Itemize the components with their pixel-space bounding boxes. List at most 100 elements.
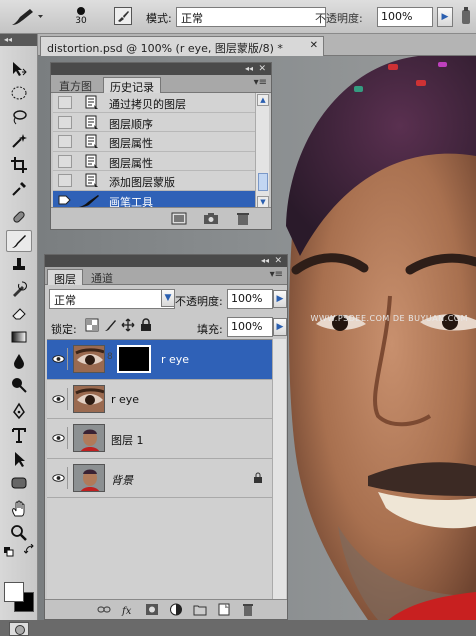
dodge-tool[interactable] — [6, 374, 32, 396]
eraser-tool[interactable] — [6, 302, 32, 324]
snapshot-source-checkbox[interactable] — [58, 174, 72, 188]
magnifier-icon — [11, 525, 27, 541]
opacity-input[interactable]: 100% — [377, 7, 433, 27]
pen-tool[interactable] — [6, 400, 32, 422]
airbrush-button[interactable] — [458, 6, 474, 28]
visibility-eye-icon[interactable] — [50, 466, 68, 489]
visibility-eye-icon[interactable] — [50, 387, 68, 410]
blend-mode-select[interactable]: 正常 ▼ — [49, 289, 175, 309]
lasso-tool[interactable] — [6, 106, 32, 128]
add-mask-icon[interactable] — [145, 603, 159, 616]
history-brush-source-icon[interactable] — [58, 194, 72, 207]
magic-wand-tool[interactable] — [6, 130, 32, 152]
tool-preset-picker[interactable] — [8, 5, 48, 29]
link-layers-icon[interactable] — [97, 603, 111, 616]
history-brush-tool[interactable] — [6, 278, 32, 300]
layer-row[interactable]: 图层 1 — [47, 419, 273, 459]
brush-size: 30 — [75, 16, 87, 26]
clone-stamp-tool[interactable] — [6, 254, 32, 276]
lock-image-icon[interactable] — [103, 318, 117, 332]
snapshot-source-checkbox[interactable] — [58, 135, 72, 149]
snapshot-source-checkbox[interactable] — [58, 154, 72, 168]
visibility-eye-icon[interactable] — [50, 348, 68, 370]
quick-mask-button[interactable] — [9, 622, 29, 636]
layer-mask-thumbnail[interactable] — [117, 345, 151, 373]
brush-tool[interactable] — [6, 230, 32, 252]
lock-all-icon[interactable] — [139, 318, 153, 332]
history-item[interactable]: 图层顺序 — [53, 113, 255, 133]
layer-style-fx-icon[interactable]: fx — [121, 603, 135, 616]
tab-histogram[interactable]: 直方图 — [53, 77, 98, 93]
zoom-tool[interactable] — [6, 522, 32, 544]
history-item[interactable]: 通过拷贝的图层 — [53, 93, 255, 113]
layer-row-selected[interactable]: 8 r eye — [47, 340, 273, 380]
eyedropper-tool[interactable] — [6, 178, 32, 200]
history-state-icon — [85, 134, 98, 149]
tab-channels[interactable]: 通道 — [85, 269, 119, 285]
adjustment-layer-icon[interactable] — [169, 603, 183, 616]
blur-tool[interactable] — [6, 350, 32, 372]
layers-list: 8 r eye r eye 图层 1 背景 — [47, 339, 273, 599]
history-tab-row: 直方图 历史记录 ▾≡ — [51, 75, 271, 94]
document-tab[interactable]: distortion.psd @ 100% (r eye, 图层蒙版/8) * … — [40, 36, 324, 56]
new-document-from-state-icon[interactable] — [171, 212, 187, 225]
collapse-panel-icon[interactable]: ◂◂ — [245, 63, 253, 75]
healing-brush-tool[interactable] — [6, 206, 32, 228]
tools-collapse-button[interactable]: ◂◂ — [0, 34, 37, 46]
lock-transparency-icon[interactable] — [85, 318, 99, 332]
fill-input[interactable]: 100% — [227, 317, 273, 337]
layer-thumbnail-portrait[interactable] — [73, 463, 105, 492]
default-colors-icon[interactable] — [3, 546, 15, 558]
tab-layers[interactable]: 图层 — [47, 269, 83, 286]
new-group-folder-icon[interactable] — [193, 603, 207, 616]
collapse-panel-icon[interactable]: ◂◂ — [261, 255, 269, 267]
layer-thumbnail-eye[interactable] — [73, 345, 105, 373]
hand-tool[interactable] — [6, 498, 32, 520]
scroll-up-button[interactable]: ▲ — [257, 94, 269, 106]
marquee-tool[interactable] — [6, 82, 32, 104]
move-tool[interactable] — [6, 58, 32, 80]
layer-opacity-input[interactable]: 100% — [227, 289, 273, 309]
opacity-slider-button[interactable]: ▶ — [437, 7, 453, 27]
swap-colors-icon[interactable] — [24, 544, 36, 556]
layers-scrollbar[interactable] — [272, 339, 286, 599]
shape-tool[interactable] — [6, 472, 32, 494]
layer-row[interactable]: 背景 — [47, 459, 273, 498]
layer-opacity-slider-button[interactable]: ▶ — [273, 290, 287, 308]
history-item[interactable]: 图层属性 — [53, 152, 255, 172]
camera-snapshot-icon[interactable] — [203, 212, 219, 225]
delete-layer-trash-icon[interactable] — [241, 603, 255, 616]
visibility-eye-icon[interactable] — [50, 427, 68, 449]
new-layer-icon[interactable] — [217, 603, 231, 616]
scroll-thumb[interactable] — [258, 173, 268, 191]
brush-panel-toggle[interactable] — [114, 7, 132, 25]
panel-menu-icon[interactable]: ▾≡ — [270, 269, 283, 280]
history-item[interactable]: 图层属性 — [53, 132, 255, 152]
history-item[interactable]: 添加图层蒙版 — [53, 171, 255, 191]
foreground-color-swatch[interactable] — [4, 582, 24, 602]
snapshot-source-checkbox[interactable] — [58, 96, 72, 109]
fill-slider-button[interactable]: ▶ — [273, 318, 287, 336]
history-scrollbar[interactable]: ▲ ▼ — [255, 93, 269, 209]
mask-link-icon[interactable]: 8 — [107, 352, 113, 362]
close-document-icon[interactable]: ✕ — [310, 40, 318, 51]
brush-size-picker[interactable]: 30 — [66, 3, 96, 33]
trash-icon[interactable] — [235, 212, 251, 225]
mode-select[interactable]: 正常 — [176, 7, 326, 27]
layer-thumbnail-eye[interactable] — [73, 384, 105, 413]
history-item-label: 图层属性 — [109, 137, 153, 151]
lock-position-icon[interactable] — [121, 318, 135, 332]
mode-label: 模式: — [146, 12, 172, 25]
layer-row[interactable]: r eye — [47, 380, 273, 419]
close-panel-icon[interactable]: ✕ — [274, 255, 282, 267]
gradient-tool[interactable] — [6, 326, 32, 348]
snapshot-source-checkbox[interactable] — [58, 115, 72, 129]
path-selection-tool[interactable] — [6, 448, 32, 470]
panel-menu-icon[interactable]: ▾≡ — [254, 77, 267, 88]
tab-history[interactable]: 历史记录 — [103, 77, 161, 94]
close-panel-icon[interactable]: ✕ — [258, 63, 266, 75]
layer-thumbnail-portrait[interactable] — [73, 424, 105, 452]
type-tool[interactable] — [6, 424, 32, 446]
chevron-down-icon[interactable]: ▼ — [161, 289, 175, 307]
crop-tool[interactable] — [6, 154, 32, 176]
